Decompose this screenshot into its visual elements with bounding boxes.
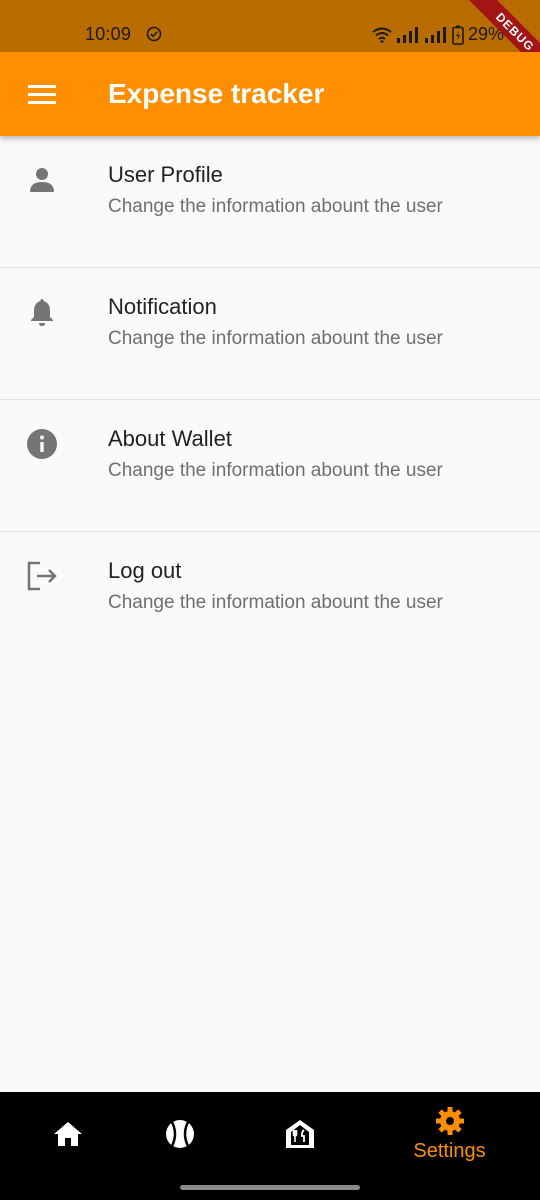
settings-item-about-wallet[interactable]: About Wallet Change the information abou…	[0, 400, 540, 532]
status-indicators: 29%	[372, 24, 504, 45]
settings-item-log-out[interactable]: Log out Change the information abount th…	[0, 532, 540, 664]
nav-item-settings[interactable]: Settings	[382, 1092, 517, 1176]
info-icon	[27, 429, 57, 459]
nav-label-settings: Settings	[413, 1139, 486, 1162]
status-time: 10:09	[85, 24, 132, 44]
item-title: About Wallet	[108, 426, 232, 451]
bottom-nav: Settings	[0, 1092, 540, 1200]
status-bar: 10:09 29%	[0, 0, 540, 52]
logout-icon	[27, 561, 57, 591]
signal-icon-2	[424, 26, 446, 43]
signal-icon	[396, 26, 418, 43]
home-indicator[interactable]	[180, 1185, 360, 1190]
app-bar: Expense tracker	[0, 52, 540, 136]
nav-item-restaurant[interactable]	[232, 1092, 367, 1176]
nav-item-ball[interactable]	[112, 1092, 247, 1176]
bell-icon	[31, 299, 53, 326]
settings-item-notification[interactable]: Notification Change the information abou…	[0, 268, 540, 400]
sync-check-icon	[146, 26, 162, 42]
page-title: Expense tracker	[108, 78, 325, 109]
battery-icon	[452, 25, 464, 45]
gear-icon	[435, 1106, 464, 1135]
item-subtitle: Change the information abount the user	[108, 196, 443, 217]
ball-icon	[165, 1120, 194, 1148]
settings-item-user-profile[interactable]: User Profile Change the information abou…	[0, 136, 540, 268]
settings-list: User Profile Change the information abou…	[0, 136, 540, 664]
wifi-icon	[372, 27, 392, 43]
item-subtitle: Change the information abount the user	[108, 328, 443, 349]
menu-icon[interactable]	[28, 82, 56, 106]
person-icon	[30, 168, 54, 192]
restaurant-icon	[285, 1120, 314, 1148]
item-title: Notification	[108, 294, 217, 319]
item-subtitle: Change the information abount the user	[108, 592, 443, 613]
item-title: User Profile	[108, 162, 223, 187]
item-title: Log out	[108, 558, 182, 583]
home-icon	[53, 1122, 82, 1146]
item-subtitle: Change the information abount the user	[108, 460, 443, 481]
